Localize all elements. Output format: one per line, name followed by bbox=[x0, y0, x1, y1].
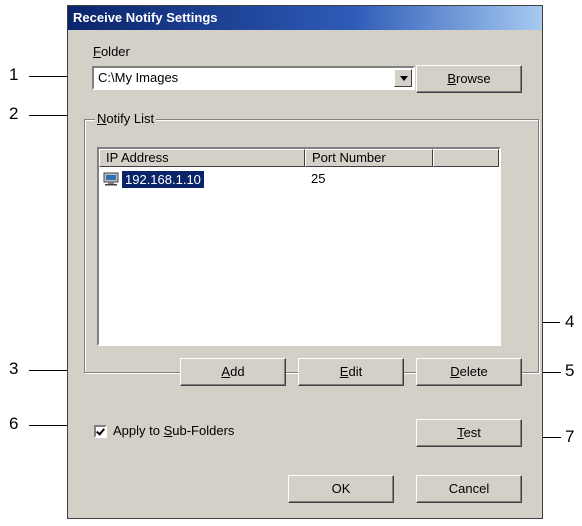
column-header-blank[interactable] bbox=[433, 149, 499, 167]
cancel-button[interactable]: Cancel bbox=[416, 475, 522, 503]
callout-3: 3 bbox=[9, 359, 19, 378]
apply-subfolders-label[interactable]: Apply to Sub-Folders bbox=[113, 423, 234, 438]
ip-address-cell: 192.168.1.10 bbox=[122, 170, 204, 188]
notify-list-view[interactable]: IP Address Port Number 192.168.1.10 25 bbox=[97, 147, 501, 346]
network-computer-icon bbox=[103, 172, 119, 186]
add-button[interactable]: Add bbox=[180, 358, 286, 386]
column-header-port[interactable]: Port Number bbox=[305, 149, 433, 167]
browse-button[interactable]: Browse bbox=[416, 65, 522, 93]
folder-combobox[interactable]: C:\My Images bbox=[92, 66, 415, 90]
dialog-title: Receive Notify Settings bbox=[73, 10, 218, 25]
callout-4: 4 bbox=[565, 312, 575, 331]
dialog-titlebar[interactable]: Receive Notify Settings bbox=[68, 6, 542, 30]
column-header-ip[interactable]: IP Address bbox=[99, 149, 305, 167]
list-item[interactable]: 192.168.1.10 bbox=[103, 170, 204, 188]
chevron-down-icon[interactable] bbox=[394, 69, 412, 87]
test-button[interactable]: Test bbox=[416, 419, 522, 447]
callout-1: 1 bbox=[9, 65, 19, 84]
receive-notify-settings-dialog: Receive Notify Settings Folder C:\My Ima… bbox=[67, 5, 543, 519]
callout-5: 5 bbox=[565, 361, 575, 380]
ok-button[interactable]: OK bbox=[288, 475, 394, 503]
callout-2: 2 bbox=[9, 104, 19, 123]
notify-list-label: Notify List bbox=[95, 111, 157, 126]
delete-button[interactable]: Delete bbox=[416, 358, 522, 386]
edit-button[interactable]: Edit bbox=[298, 358, 404, 386]
callout-6: 6 bbox=[9, 414, 19, 433]
port-number-cell: 25 bbox=[311, 171, 326, 186]
notify-list-group: Notify List IP Address Port Number 192.1… bbox=[84, 111, 539, 386]
callout-7: 7 bbox=[565, 427, 575, 446]
folder-label: Folder bbox=[93, 44, 130, 59]
folder-value: C:\My Images bbox=[98, 70, 179, 85]
apply-subfolders-checkbox[interactable] bbox=[94, 425, 107, 438]
